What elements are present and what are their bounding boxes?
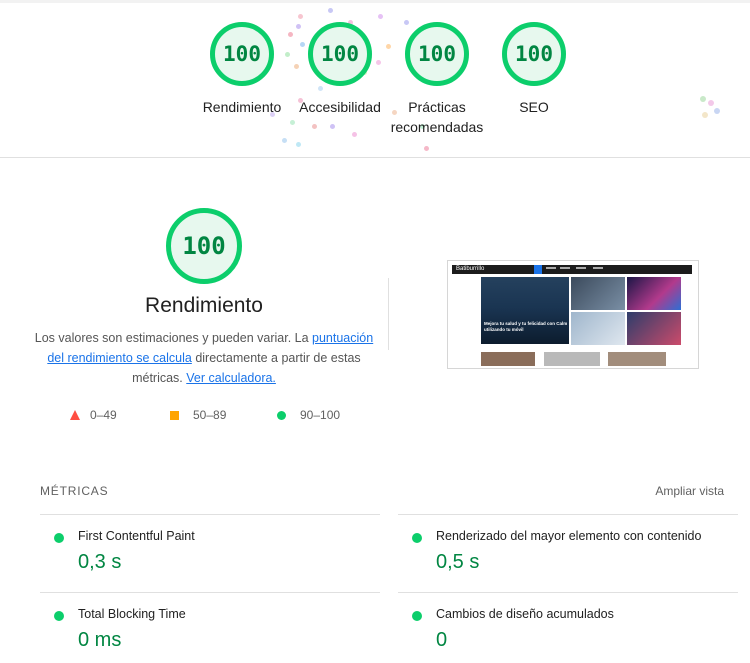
card-image	[481, 352, 535, 366]
description-text: Los valores son estimaciones y pueden va…	[34, 331, 313, 345]
site-navbar	[452, 265, 692, 274]
gauge-label-line: recomendadas	[390, 119, 484, 135]
scores-summary: 100 Rendimiento 100 Accesibilidad 100 Pr…	[0, 0, 750, 158]
metrics-header: MÉTRICAS	[40, 484, 109, 498]
hero-caption: Mejora tu salud y tu felicidad con Calm …	[484, 321, 568, 332]
metric-title: Cambios de diseño acumulados	[436, 607, 614, 621]
score-ring: 100	[405, 22, 469, 86]
vertical-divider	[388, 278, 389, 350]
gauge-label-line: Accesibilidad	[299, 99, 381, 115]
performance-score-ring: 100	[166, 208, 242, 284]
site-logo: Batiburrillo	[456, 266, 485, 272]
metric-value: 0	[436, 629, 448, 651]
score-value: 100	[418, 42, 456, 66]
top-divider	[0, 0, 750, 3]
score-value: 100	[515, 42, 553, 66]
performance-summary: 100 Rendimiento Los valores son estimaci…	[30, 208, 378, 388]
performance-score: 100	[182, 232, 226, 260]
calculator-link[interactable]: Ver calculadora.	[186, 371, 276, 385]
score-value: 100	[321, 42, 359, 66]
home-icon	[534, 265, 542, 274]
metric-value: 0,3 s	[78, 551, 122, 573]
score-ring: 100	[210, 22, 274, 86]
gauge-accessibility[interactable]: 100 Accesibilidad	[285, 22, 395, 117]
metric-value: 0 ms	[78, 629, 122, 651]
gauge-performance[interactable]: 100 Rendimiento	[187, 22, 297, 117]
metric-value: 0,5 s	[436, 551, 480, 573]
nav-item	[560, 267, 570, 269]
gauge-seo[interactable]: 100 SEO	[479, 22, 589, 117]
performance-description: Los valores son estimaciones y pueden va…	[30, 328, 378, 388]
card-image	[544, 352, 600, 366]
nav-item	[593, 267, 603, 269]
legend-pass: 90–100	[277, 408, 340, 422]
performance-title: Rendimiento	[145, 294, 263, 317]
gauge-label-line: Rendimiento	[202, 99, 282, 115]
card-image	[571, 312, 625, 345]
nav-item	[546, 267, 556, 269]
gauge-label-line: SEO	[519, 99, 549, 115]
card-image	[627, 277, 681, 310]
score-ring: 100	[308, 22, 372, 86]
gauge-label-line: Prácticas	[408, 99, 466, 115]
pass-indicator-icon	[412, 611, 422, 621]
metric-title: Renderizado del mayor elemento con conte…	[436, 529, 702, 543]
legend-fail: 0–49	[70, 408, 117, 422]
gauge-best-practices[interactable]: 100 Prácticas recomendadas	[382, 22, 492, 137]
metric-fcp: First Contentful Paint 0,3 s	[40, 514, 380, 592]
metric-title: Total Blocking Time	[78, 607, 186, 621]
score-value: 100	[223, 42, 261, 66]
square-icon	[170, 410, 179, 420]
gauge-label: SEO	[479, 97, 589, 117]
legend-average: 50–89	[170, 408, 226, 422]
final-screenshot[interactable]: Batiburrillo Mejora tu salud y tu felici…	[447, 260, 699, 369]
pass-indicator-icon	[54, 533, 64, 543]
legend-range: 90–100	[300, 408, 341, 422]
card-image	[608, 352, 666, 366]
nav-item	[576, 267, 586, 269]
gauge-label: Accesibilidad	[285, 97, 395, 117]
gauge-label: Rendimiento	[187, 97, 297, 117]
expand-view-toggle[interactable]: Ampliar vista	[655, 484, 724, 498]
card-image	[627, 312, 681, 345]
legend-range: 50–89	[193, 408, 227, 422]
gauge-label: Prácticas recomendadas	[382, 97, 492, 137]
legend-range: 0–49	[90, 408, 117, 422]
triangle-icon	[70, 410, 80, 420]
hero-image	[481, 277, 569, 344]
metric-title: First Contentful Paint	[78, 529, 195, 543]
metric-tbt: Total Blocking Time 0 ms	[40, 592, 380, 663]
circle-icon	[277, 410, 286, 420]
metric-cls: Cambios de diseño acumulados 0	[398, 592, 738, 663]
metric-lcp: Renderizado del mayor elemento con conte…	[398, 514, 738, 592]
pass-indicator-icon	[54, 611, 64, 621]
score-ring: 100	[502, 22, 566, 86]
card-image	[571, 277, 625, 310]
pass-indicator-icon	[412, 533, 422, 543]
